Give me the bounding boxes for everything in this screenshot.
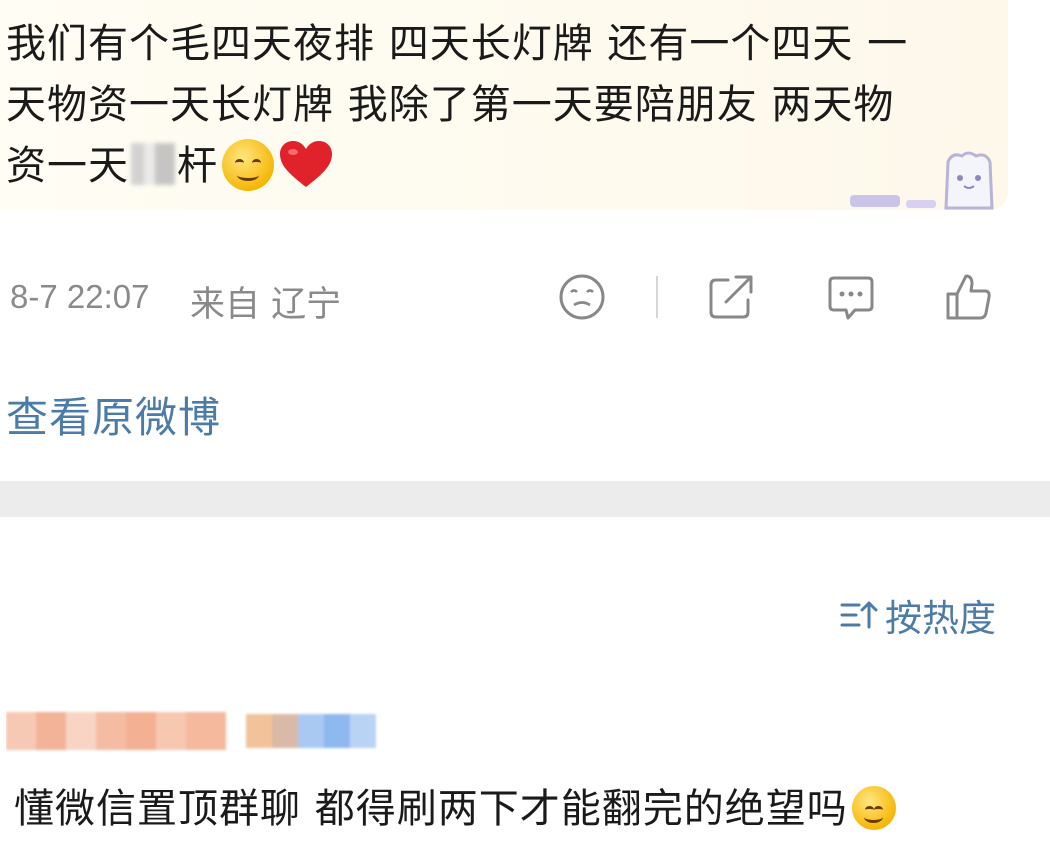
- blurred-username: [6, 712, 376, 750]
- post-card: 我们有个毛四天夜排 四天长灯牌 还有一个四天 一 天物资一天长灯牌 我除了第一天…: [0, 0, 1008, 210]
- censored-character: [131, 143, 175, 185]
- section-divider: [0, 481, 1050, 517]
- post-line-2: 天物资一天长灯牌 我除了第一天要陪朋友 两天物: [6, 82, 895, 128]
- comment-body: 懂微信置顶群聊 都得刷两下才能翻完的绝望吗: [14, 786, 848, 832]
- post-location: 来自 辽宁: [190, 285, 342, 325]
- red-heart-emoji-icon: [278, 139, 334, 207]
- sort-icon: [840, 601, 878, 629]
- action-divider: [656, 276, 658, 318]
- like-icon[interactable]: [944, 272, 994, 322]
- sad-face-icon[interactable]: [557, 272, 607, 322]
- post-line-3-prefix: 资一天: [6, 143, 129, 189]
- post-line-3-suffix: 杆: [177, 143, 218, 189]
- sort-label: 按热度: [885, 597, 996, 640]
- sort-by-hot-button[interactable]: 按热度: [839, 588, 996, 642]
- sticker-decoration-icon: [850, 151, 994, 210]
- post-line-1: 我们有个毛四天夜排 四天长灯牌 还有一个四天 一: [6, 21, 909, 67]
- view-original-link[interactable]: 查看原微博: [6, 384, 221, 445]
- comment-icon[interactable]: [826, 272, 876, 322]
- comment-text: 懂微信置顶群聊 都得刷两下才能翻完的绝望吗: [14, 782, 896, 836]
- smiling-face-emoji-icon: [222, 139, 274, 191]
- post-timestamp: 8-7 22:07: [10, 278, 150, 315]
- share-icon[interactable]: [706, 272, 756, 322]
- smiling-face-emoji-icon: [851, 786, 896, 830]
